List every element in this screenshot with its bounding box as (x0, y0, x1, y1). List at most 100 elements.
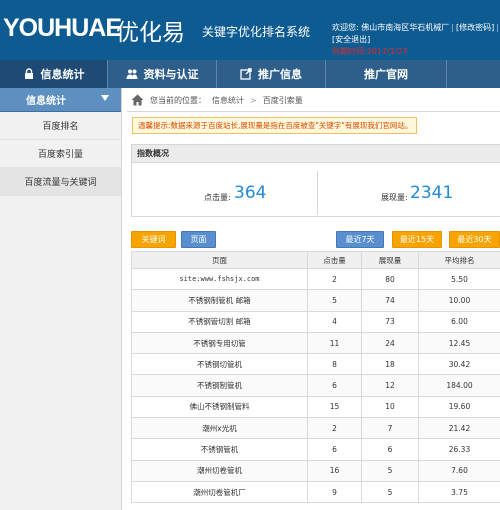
table-cell: 12 (361, 374, 419, 397)
table-cell: 不锈钢制管机 (131, 374, 308, 397)
panel-divider (317, 171, 318, 215)
welcome-text: 欢迎您: 佛山市南海区华石机械厂 (332, 23, 450, 32)
table-cell: 5 (361, 459, 419, 482)
table-cell: 80 (361, 267, 419, 291)
sidebar: 信息统计 百度排名 百度索引量 百度流量与关键词 (0, 88, 122, 510)
sidebar-item-baidu-traffic[interactable]: 百度流量与关键词 (0, 168, 121, 196)
table-cell: 6 (307, 374, 362, 397)
keyword-table: 页面 点击量 展现量 平均排名 site:www.fshsjx.com 2 80 5.… (131, 251, 500, 504)
table-cell: 9 (307, 480, 362, 504)
main-nav: 信息统计 资料与认证 推广信息 推广官网 (0, 60, 500, 88)
table-row: 不锈钢专用切管 11 24 12.45 (131, 331, 500, 355)
breadcrumb: 您当前的位置： 信息统计 > 百度引索量 (131, 93, 303, 107)
keyword-tab-button[interactable]: 关键词 (131, 231, 176, 248)
table-cell: 6.00 (418, 310, 500, 333)
table-cell: 10 (361, 395, 419, 419)
logout-link[interactable]: [安全退出] (332, 34, 370, 45)
top-header: YOUHUAE 优化易 关键字优化排名系统 欢迎您: 佛山市南海区华石机械厂 |[… (0, 0, 500, 60)
page-tab-button[interactable]: 页面 (181, 231, 216, 248)
tip-text: 数据来源于百度站长,展现量是指在百度被查"关键字"有展现我们官网站。 (170, 121, 413, 130)
overview-title: 指数概况 (132, 145, 500, 163)
table-cell: 7.60 (418, 459, 500, 482)
table-cell: 潮州x光机 (131, 417, 308, 440)
sidebar-item-baidu-rank[interactable]: 百度排名 (0, 112, 121, 140)
table-cell: 7 (361, 417, 419, 440)
user-info: 欢迎您: 佛山市南海区华石机械厂 | [修改密码] | (332, 23, 499, 32)
last-15-days-button[interactable]: 最近15天 (392, 231, 442, 248)
table-cell: 26.33 (418, 438, 500, 461)
table-cell: 潮州切卷管机厂 (131, 480, 308, 504)
sidebar-header[interactable]: 信息统计 (0, 88, 121, 112)
nav-item-promotion[interactable]: 推广信息 (217, 60, 325, 88)
table-cell: 4 (307, 310, 362, 333)
tip-banner: 温馨提示: 数据来源于百度站长,展现量是指在百度被查"关键字"有展现我们官网站。 (132, 117, 417, 134)
overview-panel: 指数概况 点击量: 364 展现量: 2341 (131, 144, 500, 217)
expire-date: 到期时间:2017/1/27 (332, 47, 408, 56)
nav-label: 推广官网 (364, 68, 408, 81)
table-row: 不锈钢管切割 邮箱 4 73 6.00 (131, 310, 500, 333)
impressions-value: 2341 (410, 183, 454, 203)
table-cell: 潮州切卷管机 (131, 459, 308, 482)
nav-item-statistics[interactable]: 信息统计 (0, 60, 107, 88)
table-cell: 不锈钢制管机 邮箱 (131, 289, 308, 312)
breadcrumb-level1[interactable]: 信息统计 (212, 95, 244, 106)
last-7-days-button[interactable]: 最近7天 (336, 231, 384, 248)
table-cell: 30.42 (418, 353, 500, 376)
breadcrumb-prefix: 您当前的位置： (150, 95, 206, 105)
breadcrumb-separator: > (250, 95, 257, 105)
table-row: 不锈钢制管机 6 12 184.00 (131, 374, 500, 397)
table-cell: 不锈钢管机 (131, 438, 308, 461)
table-cell: 2 (307, 267, 362, 291)
breadcrumb-level2: 百度引索量 (262, 95, 303, 105)
tip-label: 温馨提示: (138, 121, 171, 130)
table-cell: 不锈钢切管机 (131, 353, 308, 376)
table-cell: 6 (307, 438, 362, 461)
table-row: 潮州切卷管机厂 9 5 3.75 (131, 480, 500, 504)
share-icon (240, 68, 252, 80)
table-row: 不锈钢管机 6 6 26.33 (131, 438, 500, 461)
nav-label: 资料与认证 (143, 68, 199, 81)
nav-item-profile[interactable]: 资料与认证 (108, 60, 216, 88)
lock-icon (24, 68, 33, 79)
table-cell: 24 (361, 331, 419, 355)
sidebar-item-baidu-index[interactable]: 百度索引量 (0, 140, 121, 168)
caret-down-icon (101, 95, 109, 101)
last-30-days-button[interactable]: 最近30天 (449, 231, 500, 248)
logo-text-en: YOUHUAE (3, 14, 122, 42)
nav-label: 信息统计 (40, 68, 85, 81)
table-cell: 5 (361, 480, 419, 504)
table-cell: 73 (361, 310, 419, 333)
logo-text-cn: 优化易 (116, 20, 185, 46)
table-cell: 3.75 (418, 480, 500, 504)
table-cell: 5.50 (418, 267, 500, 291)
system-subtitle: 关键字优化排名系统 (202, 25, 311, 39)
table-row: 不锈钢切管机 8 18 30.42 (131, 353, 500, 376)
change-password-link[interactable]: [修改密码] (456, 23, 494, 32)
table-cell: site:www.fshsjx.com (131, 267, 308, 291)
table-cell: 74 (361, 289, 419, 312)
col-header-page[interactable]: 页面 (131, 251, 308, 269)
users-icon (126, 69, 137, 79)
col-header-impressions[interactable]: 展现量 (361, 251, 419, 269)
col-header-avg-rank[interactable]: 平均排名 (418, 251, 500, 269)
clicks-label: 点击量: (204, 193, 231, 202)
table-cell: 6 (361, 438, 419, 461)
nav-label: 推广信息 (258, 68, 302, 81)
table-cell: 18 (361, 353, 419, 376)
col-header-clicks[interactable]: 点击量 (307, 251, 362, 269)
table-cell: 184.00 (418, 374, 500, 397)
table-row: 不锈钢制管机 邮箱 5 74 10.00 (131, 289, 500, 312)
table-row: 佛山不锈钢制管料 15 10 19.60 (131, 395, 500, 419)
table-cell: 5 (307, 289, 362, 312)
table-cell: 16 (307, 459, 362, 482)
table-header-row: 页面 点击量 展现量 平均排名 (131, 251, 500, 269)
table-cell: 21.42 (418, 417, 500, 440)
table-row: 潮州x光机 2 7 21.42 (131, 417, 500, 440)
table-cell: 11 (307, 331, 362, 355)
nav-item-website[interactable]: 推广官网 (326, 60, 446, 88)
table-cell: 15 (307, 395, 362, 419)
table-cell: 8 (307, 353, 362, 376)
table-cell: 不锈钢管切割 邮箱 (131, 310, 308, 333)
table-cell: 19.60 (418, 395, 500, 419)
table-cell: 佛山不锈钢制管料 (131, 395, 308, 419)
